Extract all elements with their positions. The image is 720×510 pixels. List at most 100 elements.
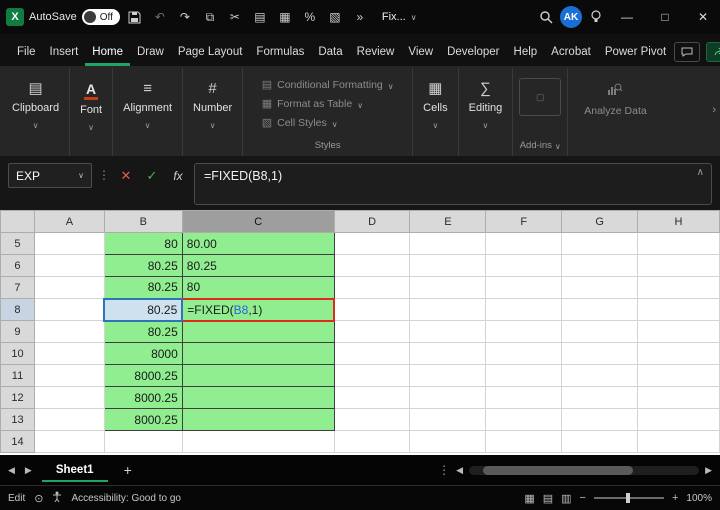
ribbon-overflow-icon[interactable]: › xyxy=(712,104,716,116)
cell-B10[interactable]: 8000 xyxy=(103,342,183,365)
cell-A13[interactable] xyxy=(33,408,105,431)
cell-E9[interactable] xyxy=(409,320,487,343)
cell-C7[interactable]: 80 xyxy=(181,276,335,299)
cell-G7[interactable] xyxy=(561,276,639,299)
row-header-12[interactable]: 12 xyxy=(0,386,35,409)
cell-E5[interactable] xyxy=(409,232,487,255)
cell-B6[interactable]: 80.25 xyxy=(103,254,183,277)
cell-G12[interactable] xyxy=(561,386,639,409)
menu-page-layout[interactable]: Page Layout xyxy=(171,39,250,66)
name-box[interactable]: EXP ∨ xyxy=(8,163,92,188)
menu-file[interactable]: File xyxy=(10,39,43,66)
cell-D9[interactable] xyxy=(333,320,411,343)
cell-H11[interactable] xyxy=(637,364,720,387)
name-box-resize-handle[interactable]: ⋮ xyxy=(98,163,110,182)
row-header-14[interactable]: 14 xyxy=(0,430,35,453)
cell-A11[interactable] xyxy=(33,364,105,387)
row-header-11[interactable]: 11 xyxy=(0,364,35,387)
cell-E12[interactable] xyxy=(409,386,487,409)
row-header-7[interactable]: 7 xyxy=(0,276,35,299)
cell-D5[interactable] xyxy=(333,232,411,255)
cell-C13[interactable] xyxy=(181,408,335,431)
cell-H5[interactable] xyxy=(637,232,720,255)
cell-C14[interactable] xyxy=(181,430,335,453)
cell-A12[interactable] xyxy=(33,386,105,409)
avatar[interactable]: AK xyxy=(560,6,582,28)
cell-E6[interactable] xyxy=(409,254,487,277)
sheet-options-icon[interactable]: ⋮ xyxy=(438,463,450,477)
sheet-nav-left-icon[interactable]: ◀ xyxy=(8,465,15,476)
normal-view-icon[interactable]: ▦ xyxy=(524,492,534,505)
page-break-view-icon[interactable]: ▥ xyxy=(561,492,571,505)
cell-G11[interactable] xyxy=(561,364,639,387)
cell-E13[interactable] xyxy=(409,408,487,431)
menu-power-pivot[interactable]: Power Pivot xyxy=(598,39,673,66)
cell-C5[interactable]: 80.00 xyxy=(181,232,335,255)
cancel-icon[interactable]: ✕ xyxy=(116,163,136,188)
menu-insert[interactable]: Insert xyxy=(43,39,86,66)
cell-C10[interactable] xyxy=(181,342,335,365)
menu-help[interactable]: Help xyxy=(507,39,545,66)
format-painter-icon[interactable]: ▧ xyxy=(325,5,345,29)
cell-H10[interactable] xyxy=(637,342,720,365)
cell-F13[interactable] xyxy=(485,408,563,431)
column-header-B[interactable]: B xyxy=(103,210,183,233)
cell-B5[interactable]: 80 xyxy=(103,232,183,255)
menu-data[interactable]: Data xyxy=(311,39,349,66)
close-button[interactable]: ✕ xyxy=(686,0,720,34)
row-header-13[interactable]: 13 xyxy=(0,408,35,431)
cell-C9[interactable] xyxy=(181,320,335,343)
cell-styles-button[interactable]: ▧ Cell Styles ∨ xyxy=(258,114,398,131)
autosave-toggle[interactable]: Off xyxy=(81,9,120,25)
cell-A8[interactable] xyxy=(33,298,105,321)
zoom-slider-thumb[interactable] xyxy=(625,493,630,503)
cell-A6[interactable] xyxy=(33,254,105,277)
cell-A14[interactable] xyxy=(33,430,105,453)
maximize-button[interactable]: □ xyxy=(648,0,682,34)
enter-icon[interactable]: ✓ xyxy=(142,163,162,188)
cell-H12[interactable] xyxy=(637,386,720,409)
menu-draw[interactable]: Draw xyxy=(130,39,171,66)
page-layout-view-icon[interactable]: ▤ xyxy=(543,492,553,505)
row-header-10[interactable]: 10 xyxy=(0,342,35,365)
search-icon[interactable] xyxy=(536,5,556,29)
cell-H6[interactable] xyxy=(637,254,720,277)
menu-developer[interactable]: Developer xyxy=(440,39,506,66)
zoom-in-icon[interactable]: + xyxy=(672,492,678,504)
cell-G5[interactable] xyxy=(561,232,639,255)
ribbon-group-editing[interactable]: ∑ Editing ∨ xyxy=(459,68,514,156)
macro-record-icon[interactable]: ⊙ xyxy=(34,492,43,505)
ribbon-group-number[interactable]: # Number ∨ xyxy=(183,68,244,156)
zoom-slider[interactable] xyxy=(593,493,664,503)
addins-button[interactable]: ▢ xyxy=(519,78,562,116)
borders-icon[interactable]: ▤ xyxy=(250,5,270,29)
insert-function-icon[interactable]: fx xyxy=(168,163,188,188)
cell-D14[interactable] xyxy=(333,430,411,453)
percent-style-icon[interactable]: % xyxy=(300,5,320,29)
cell-H13[interactable] xyxy=(637,408,720,431)
cell-A7[interactable] xyxy=(33,276,105,299)
cell-H7[interactable] xyxy=(637,276,720,299)
column-header-A[interactable]: A xyxy=(33,210,105,233)
cell-G10[interactable] xyxy=(561,342,639,365)
column-header-C[interactable]: C xyxy=(181,210,335,233)
cell-F8[interactable] xyxy=(485,298,563,321)
scroll-right-icon[interactable]: ▶ xyxy=(705,465,712,476)
cell-A5[interactable] xyxy=(33,232,105,255)
cell-B13[interactable]: 8000.25 xyxy=(103,408,183,431)
copy-icon[interactable]: ⧉ xyxy=(200,5,220,29)
cell-G9[interactable] xyxy=(561,320,639,343)
cell-E10[interactable] xyxy=(409,342,487,365)
cell-D8[interactable] xyxy=(333,298,411,321)
cell-C11[interactable] xyxy=(181,364,335,387)
zoom-out-icon[interactable]: − xyxy=(580,492,586,504)
horizontal-scrollbar[interactable] xyxy=(469,465,700,475)
cell-B11[interactable]: 8000.25 xyxy=(103,364,183,387)
cell-F6[interactable] xyxy=(485,254,563,277)
menu-review[interactable]: Review xyxy=(350,39,402,66)
cell-A10[interactable] xyxy=(33,342,105,365)
cell-E11[interactable] xyxy=(409,364,487,387)
cell-F5[interactable] xyxy=(485,232,563,255)
cell-B9[interactable]: 80.25 xyxy=(103,320,183,343)
conditional-formatting-button[interactable]: ▤ Conditional Formatting ∨ xyxy=(258,76,398,93)
